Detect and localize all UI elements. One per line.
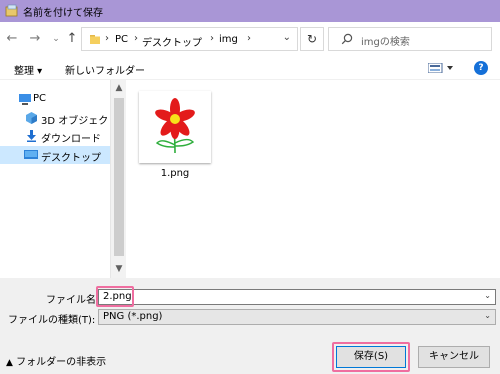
window-title: 名前を付けて保存 (23, 8, 103, 19)
up-arrow-icon[interactable]: ↑ (64, 30, 80, 48)
file-list: 1.png (127, 80, 500, 278)
save-form-panel: ファイル名(N): 2.png ⌄ ファイルの種類(T): PNG (*.png… (0, 278, 500, 374)
search-placeholder: imgの検索 (361, 37, 410, 48)
scrollbar[interactable]: ▲ ▼ (110, 80, 126, 278)
search-icon (341, 33, 353, 45)
back-arrow-icon[interactable]: ← (4, 30, 20, 48)
computer-icon (19, 94, 31, 105)
help-button[interactable]: ? (474, 61, 488, 75)
view-options-icon[interactable] (428, 63, 454, 73)
breadcrumb-separator: › (247, 33, 251, 44)
hide-folders-toggle[interactable]: ▲ フォルダーの非表示 (6, 353, 106, 368)
scroll-down-icon[interactable]: ▼ (111, 264, 127, 274)
sidebar-item-label: PC (33, 93, 47, 104)
file-name[interactable]: 1.png (139, 168, 211, 179)
breadcrumb-img[interactable]: img (219, 34, 238, 45)
refresh-button[interactable]: ↻ (300, 27, 324, 51)
chevron-up-icon: ▲ (6, 358, 13, 368)
download-icon (27, 130, 36, 142)
save-highlight-marker (332, 342, 410, 372)
filetype-label: ファイルの種類(T): (8, 315, 96, 326)
sidebar-item-label: デスクトップ (41, 153, 101, 164)
forward-arrow-icon[interactable]: → (27, 30, 43, 48)
flower-thumbnail-image (155, 98, 195, 154)
cube-icon (26, 112, 37, 124)
address-bar: ← → ⌄ ↑ › PC › デスクトップ › img › ⌄ ↻ imgの検索 (0, 22, 500, 56)
filename-highlight-marker (96, 286, 134, 307)
filetype-value: PNG (*.png) (103, 311, 163, 322)
scroll-up-icon[interactable]: ▲ (111, 83, 127, 93)
filename-field[interactable]: 2.png ⌄ (98, 289, 496, 305)
breadcrumb-separator: › (134, 33, 138, 44)
file-item[interactable] (139, 91, 211, 163)
breadcrumb-separator: › (105, 33, 109, 44)
breadcrumb-desktop[interactable]: デスクトップ (142, 34, 202, 49)
sidebar-item-3d-objects[interactable]: 3D オブジェクト (0, 109, 118, 127)
navigation-pane: PC 3D オブジェクト ダウンロード デスクトップ ▲ ▼ (0, 80, 126, 278)
scrollbar-thumb[interactable] (114, 98, 124, 256)
sidebar-item-label: 3D オブジェクト (41, 116, 119, 127)
chevron-down-icon[interactable]: ⌄ (484, 291, 491, 300)
cancel-button[interactable]: キャンセル (418, 346, 490, 368)
folder-icon (90, 35, 100, 44)
sidebar-item-label: ダウンロード (41, 134, 101, 145)
search-input[interactable]: imgの検索 (328, 27, 492, 51)
breadcrumb-separator: › (210, 33, 214, 44)
hide-folders-label: フォルダーの非表示 (16, 357, 107, 368)
filename-label: ファイル名(N): (46, 295, 115, 306)
title-bar: 名前を付けて保存 (0, 0, 500, 22)
chevron-down-icon[interactable]: ⌄ (484, 311, 491, 320)
desktop-icon (24, 150, 38, 159)
breadcrumb-pc[interactable]: PC (115, 34, 128, 45)
recent-locations-chevron-icon[interactable]: ⌄ (48, 30, 64, 48)
sidebar-item-desktop[interactable]: デスクトップ (0, 146, 112, 164)
organize-button[interactable]: 整理 ▾ (14, 62, 42, 77)
sidebar-item-downloads[interactable]: ダウンロード (0, 127, 112, 145)
save-dialog-icon (5, 4, 18, 17)
breadcrumb[interactable]: › PC › デスクトップ › img › ⌄ (81, 27, 298, 51)
filetype-select[interactable]: PNG (*.png) ⌄ (98, 309, 496, 325)
command-bar: 整理 ▾ 新しいフォルダー ? (0, 56, 500, 80)
refresh-icon: ↻ (306, 32, 318, 46)
chevron-down-icon[interactable]: ⌄ (283, 32, 291, 43)
new-folder-button[interactable]: 新しいフォルダー (65, 62, 145, 77)
sidebar-item-pc[interactable]: PC (0, 90, 112, 108)
